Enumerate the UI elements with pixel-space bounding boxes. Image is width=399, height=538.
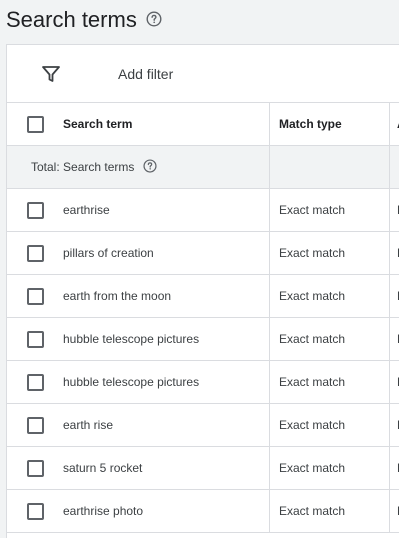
match-type-cell: Exact match: [279, 203, 346, 217]
search-terms-table: Search term Match type A Total: Search t…: [7, 103, 399, 533]
table-row[interactable]: saturn 5 rocket Exact match E: [7, 447, 399, 490]
filter-bar: Add filter: [7, 45, 399, 103]
table-row[interactable]: earth rise Exact match E: [7, 404, 399, 447]
match-type-cell: Exact match: [279, 461, 346, 475]
row-checkbox[interactable]: [27, 460, 44, 477]
column-header-match-type[interactable]: Match type: [279, 116, 342, 132]
column-divider: [389, 490, 390, 532]
match-type-cell: Exact match: [279, 375, 346, 389]
match-type-cell: Exact match: [279, 332, 346, 346]
search-term-cell: pillars of creation: [63, 246, 154, 260]
help-circle-icon[interactable]: [146, 11, 162, 27]
match-type-cell: Exact match: [279, 289, 346, 303]
table-header-row: Search term Match type A: [7, 103, 399, 146]
total-row: Total: Search terms: [7, 146, 399, 189]
page-header: Search terms: [0, 0, 399, 44]
column-divider: [389, 275, 390, 317]
column-header-search-term[interactable]: Search term: [63, 116, 132, 132]
column-divider: [389, 318, 390, 360]
table-row[interactable]: hubble telescope pictures Exact match E: [7, 318, 399, 361]
search-term-cell: hubble telescope pictures: [63, 375, 200, 389]
column-divider: [389, 146, 390, 188]
row-checkbox[interactable]: [27, 245, 44, 262]
add-filter-button[interactable]: Add filter: [118, 65, 173, 83]
search-term-cell: earthrise: [63, 203, 110, 217]
filter-icon[interactable]: [41, 65, 61, 83]
column-divider: [269, 361, 270, 403]
column-divider: [269, 490, 270, 532]
column-divider: [269, 404, 270, 446]
row-checkbox[interactable]: [27, 417, 44, 434]
row-checkbox[interactable]: [27, 202, 44, 219]
column-divider: [389, 404, 390, 446]
row-checkbox[interactable]: [27, 374, 44, 391]
help-circle-icon[interactable]: [143, 159, 157, 173]
search-term-cell: earthrise photo: [63, 504, 144, 518]
column-divider: [389, 361, 390, 403]
table-row[interactable]: earth from the moon Exact match E: [7, 275, 399, 318]
search-term-cell: hubble telescope pictures: [63, 332, 200, 346]
column-divider: [389, 103, 390, 145]
column-divider: [269, 275, 270, 317]
table-row[interactable]: earthrise Exact match E: [7, 189, 399, 232]
table-row[interactable]: earthrise photo Exact match E: [7, 490, 399, 533]
column-divider: [389, 447, 390, 489]
page-title: Search terms: [6, 7, 137, 32]
column-divider: [269, 318, 270, 360]
search-terms-card: Add filter Search term Match type A Tota…: [6, 44, 399, 538]
column-divider: [389, 189, 390, 231]
column-divider: [269, 189, 270, 231]
search-term-cell: saturn 5 rocket: [63, 461, 143, 475]
column-divider: [389, 232, 390, 274]
column-divider: [269, 103, 270, 145]
match-type-cell: Exact match: [279, 246, 346, 260]
column-divider: [269, 146, 270, 188]
table-row[interactable]: hubble telescope pictures Exact match E: [7, 361, 399, 404]
column-divider: [269, 232, 270, 274]
table-row[interactable]: pillars of creation Exact match E: [7, 232, 399, 275]
column-divider: [269, 447, 270, 489]
search-terms-page: Search terms Add filter Search term Matc…: [0, 0, 399, 538]
total-label: Total: Search terms: [31, 160, 135, 174]
match-type-cell: Exact match: [279, 504, 346, 518]
row-checkbox[interactable]: [27, 331, 44, 348]
match-type-cell: Exact match: [279, 418, 346, 432]
row-checkbox[interactable]: [27, 288, 44, 305]
search-term-cell: earth rise: [63, 418, 114, 432]
select-all-checkbox[interactable]: [27, 116, 44, 133]
row-checkbox[interactable]: [27, 503, 44, 520]
search-term-cell: earth from the moon: [63, 289, 172, 303]
